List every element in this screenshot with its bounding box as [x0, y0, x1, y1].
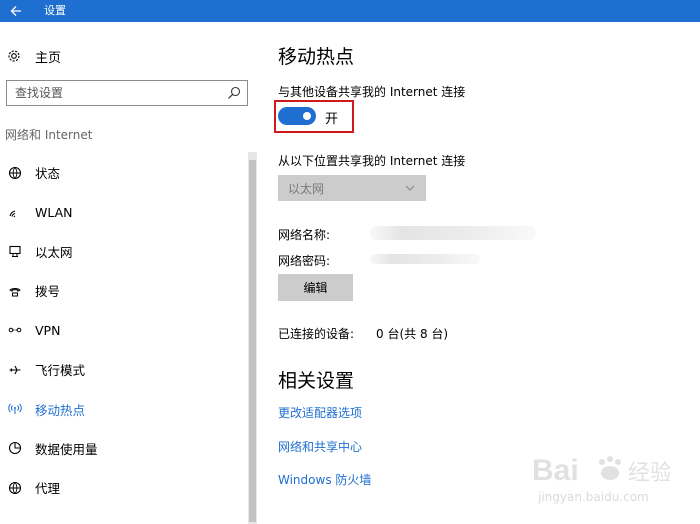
sidebar-item-airplane-mode[interactable]: 飞行模式 [0, 350, 248, 389]
hotspot-icon [7, 401, 23, 417]
airplane-icon [7, 362, 23, 378]
sidebar-item-vpn[interactable]: VPN [0, 311, 248, 350]
home-label: 主页 [35, 50, 62, 66]
data-usage-icon [7, 440, 23, 456]
sidebar-home[interactable]: 主页 [6, 46, 61, 66]
search-input[interactable] [7, 81, 217, 105]
svg-text:Bai: Bai [532, 454, 579, 487]
related-settings-title: 相关设置 [278, 370, 355, 392]
sidebar-item-ethernet[interactable]: 以太网 [0, 232, 248, 271]
link-network-sharing-center[interactable]: 网络和共享中心 [278, 438, 362, 455]
title-bar: 设置 [0, 0, 700, 22]
link-change-adapter-options[interactable]: 更改适配器选项 [278, 404, 362, 421]
link-windows-firewall[interactable]: Windows 防火墙 [278, 471, 371, 488]
globe-status-icon [7, 165, 23, 181]
sidebar-item-status[interactable]: 状态 [0, 153, 248, 192]
network-password-label: 网络密码: [278, 254, 331, 268]
network-name-label: 网络名称: [278, 228, 331, 242]
sidebar-item-label: WLAN [35, 204, 73, 220]
share-from-select[interactable]: 以太网 [278, 175, 426, 201]
sidebar-item-label: 代理 [35, 481, 61, 497]
back-arrow-icon [10, 6, 21, 16]
ethernet-icon [7, 243, 23, 259]
sidebar-item-proxy[interactable]: 代理 [0, 468, 248, 507]
sidebar-item-label: 以太网 [35, 244, 73, 260]
toggle-knob [303, 112, 311, 120]
share-from-value: 以太网 [288, 181, 325, 196]
hotspot-toggle[interactable] [278, 107, 316, 125]
proxy-globe-icon [7, 480, 23, 496]
window-title: 设置 [44, 4, 66, 17]
sidebar-item-label: 飞行模式 [35, 363, 86, 379]
share-from-label: 从以下位置共享我的 Internet 连接 [278, 154, 466, 168]
sidebar-item-mobile-hotspot[interactable]: 移动热点 [0, 389, 248, 428]
sidebar-item-label: 移动热点 [35, 402, 86, 418]
sidebar-nav: 状态 WLAN 以太网 拨号 VPN 飞行模式 移动热点 数据使用量 代理 [0, 153, 248, 508]
network-name-value-blurred [370, 226, 536, 240]
connected-devices-value: 0 台(共 8 台) [376, 327, 449, 341]
gear-icon [6, 48, 22, 64]
connected-devices-label: 已连接的设备: [278, 327, 355, 341]
scrollbar-thumb[interactable] [249, 160, 256, 522]
page-title: 移动热点 [278, 46, 355, 68]
toggle-state-label: 开 [325, 112, 339, 127]
wifi-icon [7, 204, 23, 220]
sidebar-item-dialup[interactable]: 拨号 [0, 271, 248, 310]
sidebar-item-label: VPN [35, 322, 61, 338]
share-connection-label: 与其他设备共享我的 Internet 连接 [278, 85, 466, 99]
search-icon[interactable] [226, 85, 242, 101]
sidebar: 主页 网络和 Internet 状态 WLAN 以太网 拨号 VPN 飞行模式 [0, 22, 258, 524]
watermark-url: jingyan.baidu.com [538, 490, 649, 504]
svg-text:经验: 经验 [628, 461, 670, 486]
sidebar-item-label: 状态 [35, 166, 61, 182]
baidu-watermark: Bai 经验 jingyan.baidu.com [530, 442, 672, 510]
chevron-down-icon [405, 185, 415, 191]
sidebar-scrollbar[interactable] [248, 152, 257, 524]
search-box[interactable] [6, 80, 248, 106]
dialup-icon [7, 283, 23, 299]
sidebar-item-wlan[interactable]: WLAN [0, 192, 248, 231]
sidebar-item-label: 数据使用量 [35, 441, 98, 457]
network-password-value-blurred [370, 254, 480, 264]
vpn-icon [7, 322, 23, 338]
sidebar-item-label: 拨号 [35, 284, 61, 300]
back-button[interactable] [0, 0, 32, 22]
sidebar-item-data-usage[interactable]: 数据使用量 [0, 429, 248, 468]
section-label: 网络和 Internet [5, 128, 93, 142]
edit-button[interactable]: 编辑 [278, 274, 353, 301]
